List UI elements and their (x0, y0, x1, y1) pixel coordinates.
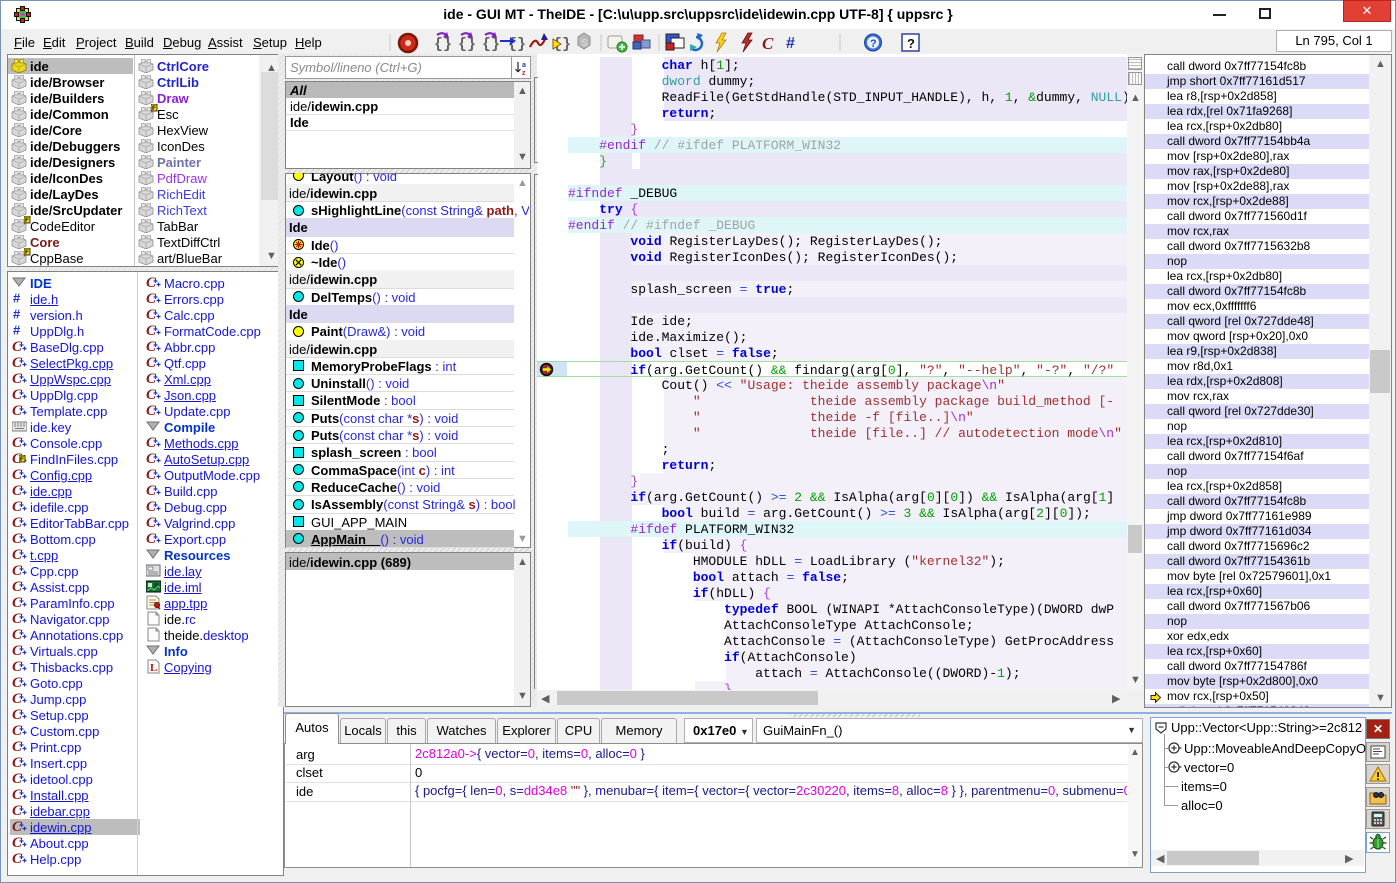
svg-text:{}: {} (458, 36, 476, 53)
svg-text:?: ? (870, 38, 877, 50)
svg-text:z: z (522, 70, 526, 76)
svg-text:{}: {} (482, 36, 500, 53)
svg-text:{}: {} (434, 36, 452, 53)
svg-text:?: ? (907, 36, 915, 51)
svg-text:#: # (786, 35, 795, 52)
svg-text:S: S (581, 38, 588, 49)
svg-text:a: a (522, 62, 526, 69)
svg-text:C: C (762, 34, 774, 53)
